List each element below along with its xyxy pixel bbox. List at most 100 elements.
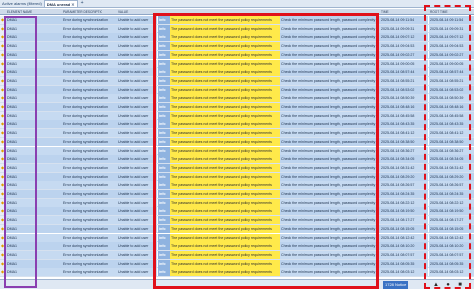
table-row[interactable]: ◆ DMA1 Error during synchronization Unable …	[0, 68, 474, 77]
message-cell: The password does not meet the password …	[170, 198, 280, 207]
empty-cell	[34, 268, 62, 277]
parameter-description-cell: Error during synchronization	[62, 76, 117, 85]
value-cell: Unable to add user	[117, 120, 157, 129]
parameter-description-cell: Error during synchronization	[62, 68, 117, 77]
element-name-cell: DMA1	[6, 120, 34, 129]
table-row[interactable]: ◆ DMA1 Error during synchronization Unable …	[0, 76, 474, 86]
column-header-parameter-description[interactable]: PARAMETER DESCRIPTION	[62, 9, 102, 15]
value-cell: Unable to add user	[117, 33, 157, 42]
column-header-value[interactable]: VALUE	[117, 9, 157, 15]
status-icon[interactable]: ●	[444, 281, 452, 289]
severity-cell: info	[158, 111, 170, 120]
tab-active-alarms[interactable]: Active alarms (filtered)	[0, 0, 44, 7]
table-row[interactable]: ◆ DMA1 Error during synchronization Unable …	[0, 259, 474, 269]
empty-cell	[34, 181, 62, 190]
table-row[interactable]: ◆ DMA1 Error during synchronization Unable …	[0, 85, 474, 95]
status-badge[interactable]: 1728 Notice	[383, 281, 409, 289]
root-time-cell: 2025-08-14 09:04:53	[429, 42, 474, 51]
root-time-cell: 2025-08-14 08:53:02	[429, 85, 474, 94]
table-row[interactable]: ◆ DMA1 Error during synchronization Unable …	[0, 42, 474, 51]
time-cell: 2025-08-14 08:45:58	[380, 111, 428, 120]
table-row[interactable]: ◆ DMA1 Error during synchronization Unable …	[0, 268, 474, 277]
recommendation-cell: Check the minimum password length, passw…	[280, 155, 380, 164]
table-row[interactable]: ◆ DMA1 Error during synchronization Unable …	[0, 207, 474, 217]
root-time-cell: 2025-08-14 08:05:35	[429, 259, 474, 268]
table-row[interactable]: ◆ DMA1 Error during synchronization Unable …	[0, 181, 474, 190]
table-row[interactable]: ◆ DMA1 Error during synchronization Unable …	[0, 50, 474, 60]
time-cell: 2025-08-14 08:26:57	[380, 181, 428, 190]
element-name-cell: DMA1	[6, 233, 34, 242]
severity-cell: info	[158, 146, 170, 155]
message-cell: The password does not meet the password …	[170, 172, 280, 181]
value-cell: Unable to add user	[117, 216, 157, 225]
close-icon[interactable]: ✕	[71, 2, 74, 7]
table-row[interactable]: ◆ DMA1 Error during synchronization Unable …	[0, 242, 474, 251]
column-header-time[interactable]: TIME	[380, 9, 428, 15]
table-row[interactable]: ◆ DMA1 Error during synchronization Unable …	[0, 190, 474, 199]
root-time-cell: 2025-08-14 08:07:57	[429, 250, 474, 259]
value-cell: Unable to add user	[117, 85, 157, 94]
table-row[interactable]: ◆ DMA1 Error during synchronization Unable …	[0, 224, 474, 234]
recommendation-cell: Check the minimum password length, passw…	[280, 250, 380, 259]
table-row[interactable]: ◆ DMA1 Error during synchronization Unable …	[0, 233, 474, 243]
empty-cell	[34, 59, 62, 68]
empty-cell	[34, 146, 62, 155]
message-cell: The password does not meet the password …	[170, 85, 280, 94]
status-icon[interactable]: ▲	[432, 281, 440, 289]
warning-icon: ◆	[1, 112, 5, 118]
severity-cell: info	[158, 120, 170, 129]
message-cell: The password does not meet the password …	[170, 224, 280, 233]
table-row[interactable]: ◆ DMA1 Error during synchronization Unable …	[0, 146, 474, 156]
table-row[interactable]: ◆ DMA1 Error during synchronization Unable …	[0, 111, 474, 121]
empty-cell	[34, 85, 62, 94]
parameter-description-cell: Error during synchronization	[62, 250, 117, 259]
table-row[interactable]: ◆ DMA1 Error during synchronization Unable …	[0, 16, 474, 25]
element-name-cell: DMA1	[6, 216, 34, 225]
column-header-root-time[interactable]: ROOT TIME	[429, 9, 474, 15]
table-row[interactable]: ◆ DMA1 Error during synchronization Unable …	[0, 59, 474, 69]
empty-cell	[34, 250, 62, 259]
table-row[interactable]: ◆ DMA1 Error during synchronization Unable …	[0, 172, 474, 182]
table-row[interactable]: ◆ DMA1 Error during synchronization Unable …	[0, 216, 474, 225]
add-tab-icon[interactable]: +	[81, 0, 84, 7]
table-row[interactable]: ◆ DMA1 Error during synchronization Unable …	[0, 129, 474, 138]
table-row[interactable]: ◆ DMA1 Error during synchronization Unable …	[0, 24, 474, 34]
value-cell: Unable to add user	[117, 129, 157, 138]
table-row[interactable]: ◆ DMA1 Error during synchronization Unable …	[0, 137, 474, 147]
warning-icon: ◆	[1, 269, 5, 275]
tab-dma-unread[interactable]: DMA unread✕	[43, 0, 78, 7]
value-cell: Unable to add user	[117, 155, 157, 164]
table-row[interactable]: ◆ DMA1 Error during synchronization Unable …	[0, 250, 474, 260]
table-row[interactable]: ◆ DMA1 Error during synchronization Unable …	[0, 103, 474, 112]
time-cell: 2025-08-14 08:36:27	[380, 146, 428, 155]
recommendation-cell: Check the minimum password length, passw…	[280, 33, 380, 42]
warning-icon: ◆	[1, 182, 5, 188]
root-time-cell: 2025-08-14 08:15:05	[429, 224, 474, 233]
root-time-cell: 2025-08-14 08:34:05	[429, 155, 474, 164]
table-row[interactable]: ◆ DMA1 Error during synchronization Unable …	[0, 33, 474, 43]
severity-cell: info	[158, 190, 170, 198]
table-row[interactable]: ◆ DMA1 Error during synchronization Unable …	[0, 198, 474, 208]
root-time-cell: 2025-08-14 08:17:27	[429, 216, 474, 225]
warning-icon: ◆	[1, 260, 5, 266]
warning-icon: ◆	[1, 17, 5, 22]
table-row[interactable]: ◆ DMA1 Error during synchronization Unable …	[0, 155, 474, 164]
table-row[interactable]: ◆ DMA1 Error during synchronization Unable …	[0, 94, 474, 103]
time-cell: 2025-08-14 08:07:57	[380, 250, 428, 259]
severity-cell: info	[158, 198, 170, 207]
root-time-cell: 2025-08-14 09:07:12	[429, 33, 474, 42]
alarm-table: ◆ DMA1 Error during synchronization Unable …	[0, 16, 474, 278]
empty-cell	[34, 94, 62, 103]
value-cell: Unable to add user	[117, 42, 157, 51]
table-row[interactable]: ◆ DMA1 Error during synchronization Unable …	[0, 163, 474, 173]
table-row[interactable]: ◆ DMA1 Error during synchronization Unable …	[0, 120, 474, 130]
status-icon[interactable]: ■	[456, 281, 464, 289]
root-time-cell: 2025-08-14 08:29:20	[429, 172, 474, 181]
time-cell: 2025-08-14 08:05:35	[380, 259, 428, 268]
recommendation-cell: Check the minimum password length, passw…	[280, 233, 380, 242]
root-time-cell: 2025-08-14 08:41:12	[429, 129, 474, 138]
tab-label: Active alarms (filtered)	[2, 1, 42, 6]
parameter-description-cell: Error during synchronization	[62, 233, 117, 242]
column-header-element-name[interactable]: ELEMENT NAME	[6, 9, 34, 15]
message-cell: The password does not meet the password …	[170, 103, 280, 111]
